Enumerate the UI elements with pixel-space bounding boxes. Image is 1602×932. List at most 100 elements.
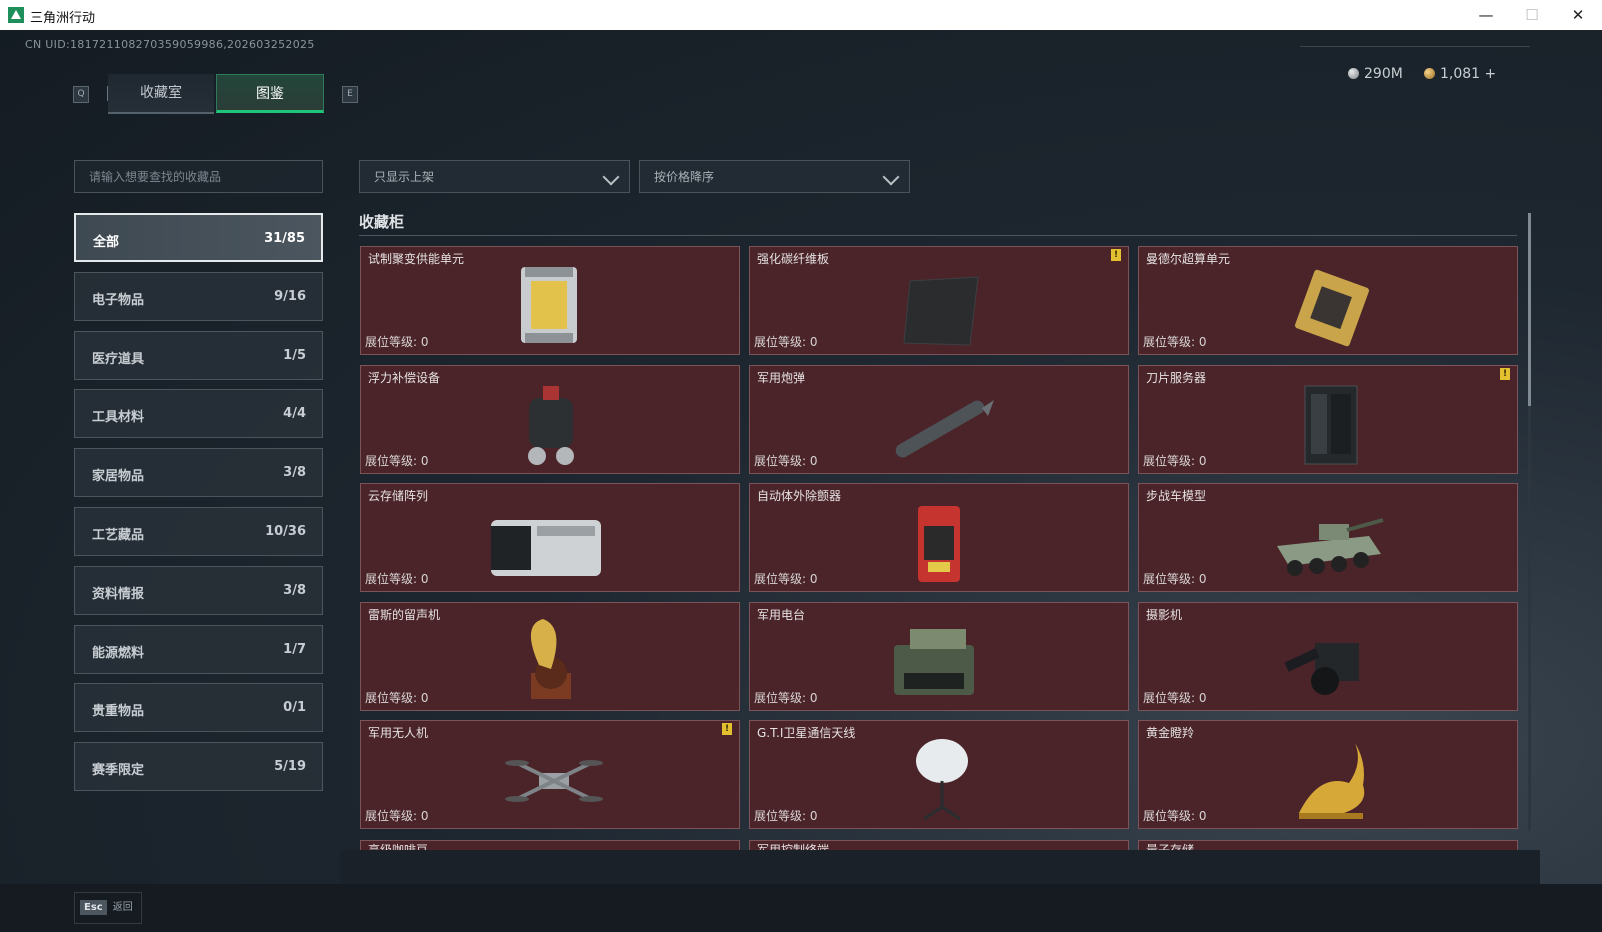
category-item[interactable]: 医疗道具 1/5 <box>74 330 323 380</box>
carbon-plate-icon <box>903 276 979 346</box>
collection-item-card[interactable]: 刀片服务器! 展位等级: 0 <box>1138 364 1518 474</box>
alert-badge: ! <box>1111 249 1121 261</box>
item-level: 展位等级: 0 <box>365 335 429 349</box>
collection-item-card[interactable]: 强化碳纤维板! 展位等级: 0 <box>749 246 1129 355</box>
item-level: 展位等级: 0 <box>365 809 429 823</box>
key-hint-q: Q <box>73 86 89 103</box>
item-name: 雷斯的留声机 <box>368 607 441 622</box>
collection-item-card[interactable]: 摄影机 展位等级: 0 <box>1138 601 1518 711</box>
item-level: 展位等级: 0 <box>754 572 818 586</box>
window-titlebar: 三角洲行动 — ☐ ✕ <box>0 0 1602 30</box>
key-hint-e: E <box>342 86 358 103</box>
item-level: 展位等级: 0 <box>365 572 429 586</box>
item-name: 步战车模型 <box>1146 489 1207 503</box>
item-level: 展位等级: 0 <box>754 690 818 705</box>
category-item[interactable]: 贵重物品 0/1 <box>74 683 323 733</box>
gramophone-icon <box>530 618 571 699</box>
category-label: 电子物品 <box>92 292 145 308</box>
minimize-button[interactable]: — <box>1464 4 1508 26</box>
window-title: 三角洲行动 <box>30 11 96 26</box>
item-name: 军用无人机 <box>368 726 429 740</box>
collection-item-card[interactable]: 军用无人机! 展位等级: 0 <box>360 720 740 829</box>
shelf-filter-value: 只显示上架 <box>374 170 435 184</box>
collection-item-card[interactable]: 量子存储 <box>1138 840 1518 850</box>
category-item[interactable]: 家居物品 3/8 <box>74 448 323 498</box>
item-name: 军用控制终端 <box>757 843 830 850</box>
sort-dropdown[interactable]: 按价格降序 <box>639 160 910 193</box>
storage-array-icon <box>491 520 601 576</box>
buoyancy-device-icon <box>528 385 574 465</box>
gold-currency[interactable]: 1,081 + <box>1424 66 1496 82</box>
item-name: 刀片服务器 <box>1146 370 1207 385</box>
category-label: 全部 <box>93 235 120 250</box>
defibrillator-icon <box>918 506 960 582</box>
collection-item-card[interactable]: 高级咖啡豆 <box>360 840 740 850</box>
collection-item-card[interactable]: 雷斯的留声机 展位等级: 0 <box>360 601 740 711</box>
category-count: 10/36 <box>265 524 306 539</box>
collection-item-card[interactable]: 步战车模型 展位等级: 0 <box>1138 483 1518 592</box>
category-count: 9/16 <box>274 288 306 304</box>
item-level: 展位等级: 0 <box>365 690 429 705</box>
collection-item-card[interactable]: 云存储阵列 展位等级: 0 <box>360 483 740 592</box>
collection-item-card[interactable]: G.T.I卫星通信天线 展位等级: 0 <box>749 720 1129 829</box>
category-label: 资料情报 <box>92 586 145 602</box>
supercomputer-chip-icon <box>1294 269 1370 347</box>
category-count: 31/85 <box>264 231 305 246</box>
category-count: 4/4 <box>283 406 306 422</box>
collection-item-card[interactable]: 自动体外除颤器 展位等级: 0 <box>749 483 1129 592</box>
back-hint[interactable]: Esc 返回 <box>80 898 133 915</box>
search-input[interactable] <box>75 161 322 192</box>
category-label: 赛季限定 <box>92 763 145 779</box>
item-name: 军用炮弹 <box>757 370 806 385</box>
item-level: 展位等级: 0 <box>754 453 818 468</box>
uid-text: CN UID:181721108270359059986,20260325202… <box>25 38 315 51</box>
shelf-filter-dropdown[interactable]: 只显示上架 <box>359 160 630 193</box>
military-radio-icon <box>894 628 974 695</box>
category-label: 家居物品 <box>92 469 145 485</box>
fusion-unit-icon <box>521 267 577 343</box>
collection-item-card[interactable]: 试制聚变供能单元 展位等级: 0 <box>360 246 740 355</box>
tab-atlas[interactable]: 图鉴 <box>216 74 324 113</box>
category-item[interactable]: 能源燃料 1/7 <box>74 624 323 674</box>
category-item[interactable]: 全部 31/85 <box>74 213 323 262</box>
divider <box>1300 46 1530 47</box>
drone-icon <box>505 760 603 802</box>
collection-item-card[interactable]: 军用控制终端 <box>749 840 1129 850</box>
item-name: 量子存储 <box>1146 843 1195 850</box>
category-item[interactable]: 资料情报 3/8 <box>74 565 323 615</box>
maximize-button[interactable]: ☐ <box>1510 4 1554 26</box>
footer-bar <box>0 884 1602 932</box>
item-name: 军用电台 <box>757 607 806 622</box>
collection-item-card[interactable]: 军用电台展位等级: 0 <box>749 601 1129 711</box>
artillery-shell-icon <box>895 399 994 457</box>
category-item[interactable]: 工具材料 4/4 <box>74 389 323 439</box>
category-item[interactable]: 工艺藏品 10/36 <box>74 507 323 556</box>
app-logo-icon <box>8 7 24 23</box>
blade-server-icon <box>1304 385 1358 464</box>
alert-badge: ! <box>722 723 732 735</box>
item-name: 黄金瞪羚 <box>1146 726 1195 740</box>
item-name: 自动体外除颤器 <box>757 489 842 503</box>
item-name: 强化碳纤维板 <box>757 252 830 266</box>
item-name: 摄影机 <box>1146 607 1183 622</box>
collection-item-card[interactable]: 浮力补偿设备 展位等级: 0 <box>360 364 740 474</box>
collection-item-card[interactable]: 黄金瞪羚 展位等级: 0 <box>1138 720 1518 829</box>
divider <box>359 235 1517 236</box>
category-count: 3/8 <box>283 582 306 598</box>
chevron-down-icon <box>882 168 900 186</box>
collection-item-card[interactable]: 曼德尔超算单元 展位等级: 0 <box>1138 246 1518 355</box>
scrollbar-thumb[interactable] <box>1528 213 1531 406</box>
category-count: 5/19 <box>274 759 306 775</box>
alert-badge: ! <box>1500 367 1510 380</box>
category-label: 贵重物品 <box>92 704 145 720</box>
collection-item-card[interactable]: 军用炮弹展位等级: 0 <box>749 364 1129 474</box>
category-item[interactable]: 电子物品 9/16 <box>74 271 323 321</box>
item-name: 高级咖啡豆 <box>368 843 429 850</box>
tab-collection-room[interactable]: 收藏室 <box>108 74 214 114</box>
category-count: 3/8 <box>283 465 306 481</box>
search-box[interactable] <box>74 160 323 193</box>
silver-currency: 290M <box>1348 66 1403 82</box>
category-item[interactable]: 赛季限定 5/19 <box>74 742 323 792</box>
close-button[interactable]: ✕ <box>1556 4 1600 26</box>
item-level: 展位等级: 0 <box>1143 453 1207 468</box>
